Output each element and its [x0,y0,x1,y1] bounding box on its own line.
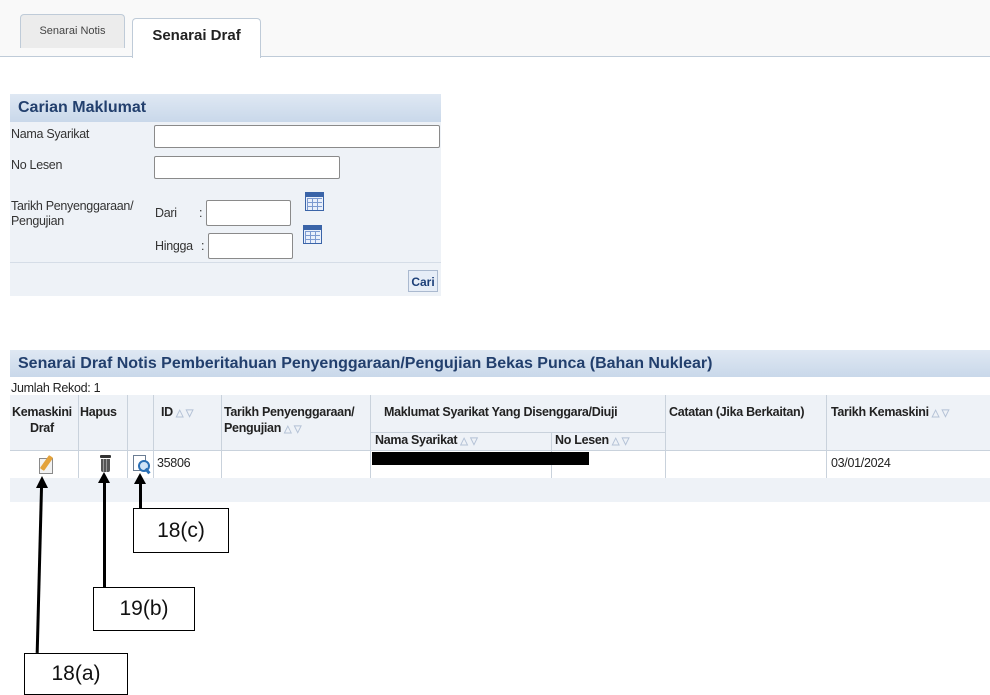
annotation-label-18a: 18(a) [24,653,128,695]
view-magnifier-icon[interactable] [133,454,151,475]
tab-senarai-draf[interactable]: Senarai Draf [132,18,261,58]
cari-button[interactable]: Cari [408,270,438,292]
table-header [10,395,990,450]
col-kemaskini-header: Kemaskini [12,405,72,419]
no-lesen-input[interactable] [154,156,340,179]
col-kemaskini-header-line2: Draf [30,421,54,435]
arrowhead-icon [134,473,146,484]
tarikh-label-line1: Tarikh Penyenggaraan/ [11,199,134,213]
row-id: 35806 [157,456,191,470]
col-tarikh-header: Tarikh Penyenggaraan/ [224,405,355,419]
col-catatan-header: Catatan (Jika Berkaitan) [669,405,805,419]
calendar-icon[interactable] [305,192,324,211]
col-id-header[interactable]: ID △ ▽ [161,405,193,419]
nama-syarikat-label: Nama Syarikat [11,127,90,141]
annotation-label-19b: 19(b) [93,587,195,631]
col-nama-syarikat-header[interactable]: Nama Syarikat △ ▽ [375,433,478,447]
annotation-arrow [103,482,106,588]
edit-pencil-icon[interactable] [39,455,55,474]
annotation-arrow [35,487,43,653]
col-hapus-header: Hapus [80,405,117,419]
no-lesen-label: No Lesen [11,158,63,172]
dari-separator: : [199,206,203,220]
tab-senarai-notis[interactable]: Senarai Notis [20,14,125,48]
col-tarikh-header-line2[interactable]: Pengujian △ ▽ [224,421,302,435]
nama-syarikat-input[interactable] [154,125,440,148]
trash-bin-icon[interactable] [99,455,112,473]
divider [10,262,441,263]
arrowhead-icon [98,472,110,483]
arrowhead-icon [36,476,48,488]
hingga-date-input[interactable] [208,233,293,259]
col-maklumat-header: Maklumat Syarikat Yang Disenggara/Diuji [384,405,618,419]
search-panel-title: Carian Maklumat [18,99,147,116]
redaction-bar [372,452,589,465]
annotation-label-18c: 18(c) [133,508,229,553]
calendar-icon[interactable] [303,225,322,244]
dari-label: Dari [155,206,177,220]
tarikh-label-line2: Pengujian [11,214,64,228]
col-no-lesen-header[interactable]: No Lesen △ ▽ [555,433,629,447]
hingga-separator: : [201,239,205,253]
results-title: Senarai Draf Notis Pemberitahuan Penyeng… [18,355,713,372]
dari-date-input[interactable] [206,200,291,226]
record-count: Jumlah Rekod: 1 [11,381,101,395]
row-tarikh-kemaskini: 03/01/2024 [831,456,891,470]
annotation-arrow [139,483,142,511]
hingga-label: Hingga [155,239,193,253]
col-tarikh-kemaskini-header[interactable]: Tarikh Kemaskini △ ▽ [831,405,949,419]
table-footer-band [10,478,990,502]
